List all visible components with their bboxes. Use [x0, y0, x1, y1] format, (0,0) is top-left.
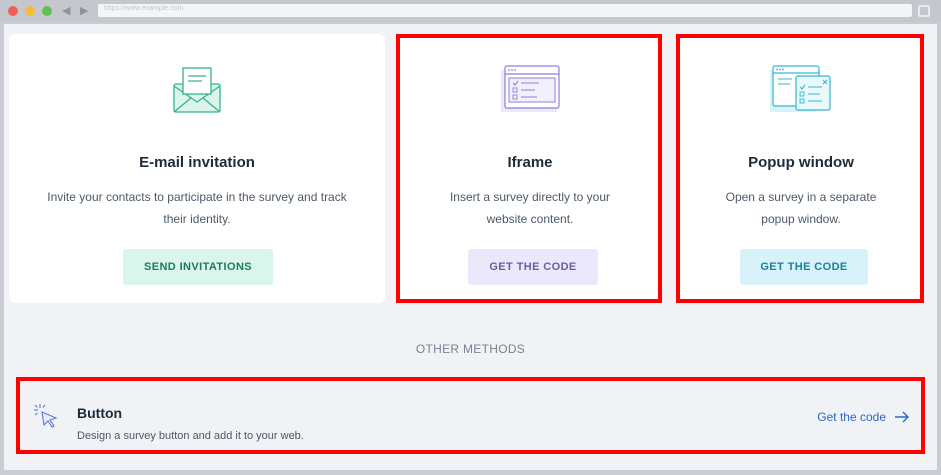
button-method-title: Button [77, 405, 123, 421]
button-method-row[interactable]: Button Design a survey button and add it… [14, 380, 924, 454]
email-invitation-card: E-mail invitation Invite your contacts t… [9, 34, 385, 303]
minimize-window-dot[interactable] [25, 6, 35, 16]
other-methods-heading: OTHER METHODS [415, 342, 526, 356]
envelope-icon [173, 67, 221, 113]
browser-menu-icon[interactable] [918, 5, 930, 17]
close-window-dot[interactable] [8, 6, 18, 16]
popup-get-code-button[interactable]: GET THE CODE [740, 249, 868, 285]
forward-arrow-icon[interactable]: ▶ [80, 4, 88, 18]
address-bar[interactable]: https://www.example.com [98, 4, 912, 17]
back-arrow-icon[interactable]: ◀ [62, 4, 70, 18]
arrow-right-icon [895, 411, 909, 423]
card-title: Iframe [507, 154, 553, 171]
card-title: E-mail invitation [139, 154, 255, 171]
iframe-get-code-button[interactable]: GET THE CODE [468, 249, 598, 285]
address-text: https://www.example.com [104, 5, 184, 12]
page-content: E-mail invitation Invite your contacts t… [4, 24, 937, 470]
card-title: Popup window [748, 154, 854, 171]
get-code-link-label: Get the code [817, 410, 886, 424]
card-description: Invite your contacts to participate in t… [47, 190, 347, 226]
maximize-window-dot[interactable] [42, 6, 52, 16]
iframe-window-icon [501, 65, 560, 112]
browser-toolbar: ◀ ▶ https://www.example.com [0, 0, 941, 22]
iframe-card: Iframe Insert a survey directly to your … [400, 34, 660, 303]
cursor-click-icon [34, 404, 58, 428]
button-method-description: Design a survey button and add it to you… [77, 430, 304, 442]
card-description: Open a survey in a separate popup window… [725, 190, 877, 226]
browser-window: ◀ ▶ https://www.example.com E-mail invit… [0, 0, 941, 475]
popup-window-icon [770, 65, 831, 112]
button-get-code-link[interactable]: Get the code [817, 410, 910, 424]
popup-window-card: Popup window Open a survey in a separate… [680, 34, 922, 303]
send-invitations-button[interactable]: SEND INVITATIONS [123, 249, 273, 285]
card-description: Insert a survey directly to your website… [449, 190, 611, 226]
